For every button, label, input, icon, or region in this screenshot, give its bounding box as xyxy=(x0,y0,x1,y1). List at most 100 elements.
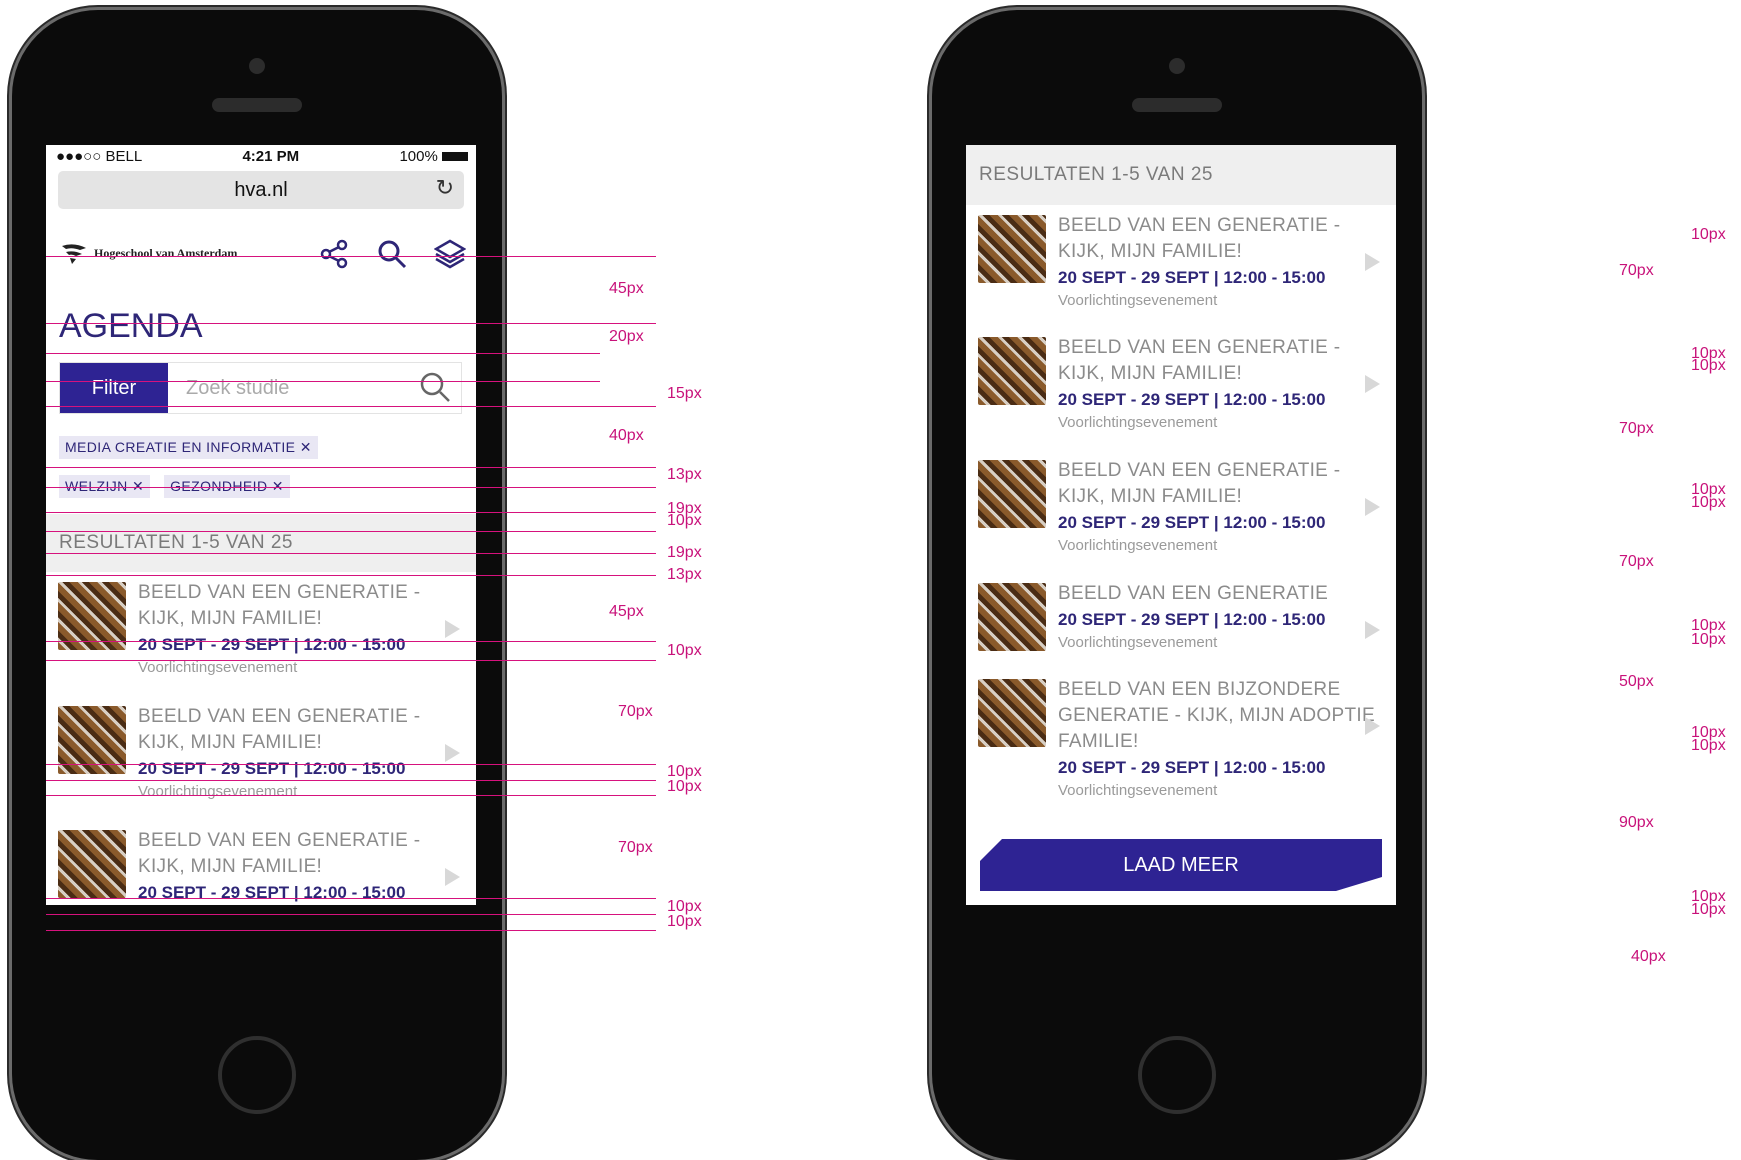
spacing-label: 70px xyxy=(618,839,653,856)
event-date: 20 SEPT - 29 SEPT | 12:00 - 15:00 xyxy=(138,883,406,902)
event-date: 20 SEPT - 29 SEPT | 12:00 - 15:00 xyxy=(138,759,406,778)
spacing-label: 45px xyxy=(609,603,644,620)
guide-line xyxy=(46,898,656,899)
battery-icon xyxy=(441,152,468,162)
spacing-label: 45px xyxy=(609,280,644,297)
guide-line xyxy=(46,512,656,513)
spacing-label: 70px xyxy=(618,703,653,720)
event-thumbnail xyxy=(58,830,126,898)
event-date: 20 SEPT - 29 SEPT | 12:00 - 15:00 xyxy=(1058,390,1326,409)
guide-line xyxy=(46,467,656,468)
guide-line xyxy=(46,531,656,532)
clock-label: 4:21 PM xyxy=(242,147,300,165)
search-placeholder: Zoek studie xyxy=(186,376,290,399)
status-bar: ●●●○○ BELL 4:21 PM 100% xyxy=(46,145,476,167)
play-arrow-icon[interactable] xyxy=(1365,717,1380,735)
site-header: Hogeschool van Amsterdam xyxy=(46,226,476,281)
filter-tag[interactable]: MEDIA CREATIE EN INFORMATIE ✕ xyxy=(59,436,318,459)
results-count: RESULTATEN 1-5 VAN 25 xyxy=(46,514,476,572)
spacing-label: 10px xyxy=(667,778,702,795)
event-title: BEELD VAN EEN GENERATIE - KIJK, MIJN FAM… xyxy=(1058,215,1341,262)
event-type: Voorlichtingsevenement xyxy=(138,783,298,800)
event-date: 20 SEPT - 29 SEPT | 12:00 - 15:00 xyxy=(1058,610,1326,629)
event-type: Voorlichtingsevenement xyxy=(1058,782,1218,799)
event-item[interactable]: BEELD VAN EEN GENERATIE 20 SEPT - 29 SEPT… xyxy=(966,581,1396,677)
event-title: BEELD VAN EEN GENERATIE xyxy=(1058,583,1329,604)
event-thumbnail xyxy=(978,337,1046,405)
event-item[interactable]: BEELD VAN EEN GENERATIE - KIJK, MIJN FAM… xyxy=(966,458,1396,581)
spacing-label: 10px xyxy=(1691,494,1726,511)
spacing-label: 90px xyxy=(1619,814,1654,831)
play-arrow-icon[interactable] xyxy=(445,744,460,762)
guide-line xyxy=(46,780,656,781)
spacing-label: 70px xyxy=(1619,262,1654,279)
guide-line xyxy=(46,353,600,354)
event-item[interactable]: BEELD VAN EEN GENERATIE - KIJK, MIJN FAM… xyxy=(46,828,476,905)
guide-line xyxy=(46,660,656,661)
event-thumbnail xyxy=(978,679,1046,747)
earpiece-speaker xyxy=(1132,98,1222,112)
phone-frame-left: ●●●○○ BELL 4:21 PM 100% hva.nl ↻ Hogesch… xyxy=(12,10,502,1160)
event-thumbnail xyxy=(978,583,1046,651)
reload-icon[interactable]: ↻ xyxy=(436,175,454,201)
home-button[interactable] xyxy=(218,1036,296,1114)
guide-line xyxy=(46,930,656,931)
play-arrow-icon[interactable] xyxy=(1365,498,1380,516)
play-arrow-icon[interactable] xyxy=(445,620,460,638)
event-thumbnail xyxy=(978,215,1046,283)
guide-line xyxy=(46,323,656,324)
event-item[interactable]: BEELD VAN EEN BIJZONDERE GENERATIE - KIJ… xyxy=(966,677,1396,827)
hva-logo-icon xyxy=(62,243,86,264)
play-arrow-icon[interactable] xyxy=(1365,253,1380,271)
spacing-label: 10px xyxy=(1691,357,1726,374)
search-input-icon[interactable] xyxy=(419,371,451,409)
load-more-button[interactable]: LAAD MEER xyxy=(980,839,1382,891)
play-arrow-icon[interactable] xyxy=(1365,621,1380,639)
spacing-label: 10px xyxy=(1691,901,1726,918)
event-date: 20 SEPT - 29 SEPT | 12:00 - 15:00 xyxy=(1058,513,1326,532)
carrier-label: ●●●○○ BELL xyxy=(56,147,143,165)
event-item[interactable]: BEELD VAN EEN GENERATIE - KIJK, MIJN FAM… xyxy=(966,335,1396,458)
results-count: RESULTATEN 1-5 VAN 25 xyxy=(966,145,1396,205)
spacing-label: 10px xyxy=(667,642,702,659)
battery-label: 100% xyxy=(399,148,468,165)
guide-line xyxy=(46,575,656,576)
event-item[interactable]: BEELD VAN EEN GENERATIE - KIJK, MIJN FAM… xyxy=(46,580,476,704)
hva-logo[interactable]: Hogeschool van Amsterdam xyxy=(60,242,292,266)
play-arrow-icon[interactable] xyxy=(1365,375,1380,393)
url-text: hva.nl xyxy=(234,178,288,201)
event-title: BEELD VAN EEN GENERATIE - KIJK, MIJN FAM… xyxy=(138,706,421,753)
event-item[interactable]: BEELD VAN EEN GENERATIE - KIJK, MIJN FAM… xyxy=(966,213,1396,335)
guide-line xyxy=(46,641,656,642)
event-date: 20 SEPT - 29 SEPT | 12:00 - 15:00 xyxy=(1058,758,1326,777)
phone-frame-right: RESULTATEN 1-5 VAN 25 BEELD VAN EEN GENE… xyxy=(932,10,1422,1160)
guide-line xyxy=(46,406,656,407)
event-type: Voorlichtingsevenement xyxy=(138,659,298,676)
earpiece-speaker xyxy=(212,98,302,112)
guide-line xyxy=(46,487,656,488)
home-button[interactable] xyxy=(1138,1036,1216,1114)
screen-left: ●●●○○ BELL 4:21 PM 100% hva.nl ↻ Hogesch… xyxy=(46,145,476,905)
event-item[interactable]: BEELD VAN EEN GENERATIE - KIJK, MIJN FAM… xyxy=(46,704,476,828)
page-title: AGENDA xyxy=(59,307,203,345)
layers-icon[interactable] xyxy=(434,238,466,270)
address-bar[interactable]: hva.nl ↻ xyxy=(58,171,464,209)
spacing-label: 15px xyxy=(667,385,702,402)
event-list: BEELD VAN EEN GENERATIE - KIJK, MIJN FAM… xyxy=(966,213,1396,827)
play-arrow-icon[interactable] xyxy=(445,868,460,886)
spacing-label: 70px xyxy=(1619,553,1654,570)
event-type: Voorlichtingsevenement xyxy=(1058,292,1218,309)
share-icon[interactable] xyxy=(318,238,350,270)
spacing-label: 40px xyxy=(609,427,644,444)
event-thumbnail xyxy=(58,582,126,650)
event-date: 20 SEPT - 29 SEPT | 12:00 - 15:00 xyxy=(138,635,406,654)
logo-text: Hogeschool van Amsterdam xyxy=(94,246,238,260)
spacing-label: 10px xyxy=(1691,226,1726,243)
spacing-label: 10px xyxy=(1691,631,1726,648)
spacing-label: 70px xyxy=(1619,420,1654,437)
event-list: BEELD VAN EEN GENERATIE - KIJK, MIJN FAM… xyxy=(46,580,476,905)
front-camera xyxy=(1169,58,1185,74)
spacing-label: 13px xyxy=(667,566,702,583)
spacing-label: 19px xyxy=(667,544,702,561)
search-icon[interactable] xyxy=(376,238,408,270)
